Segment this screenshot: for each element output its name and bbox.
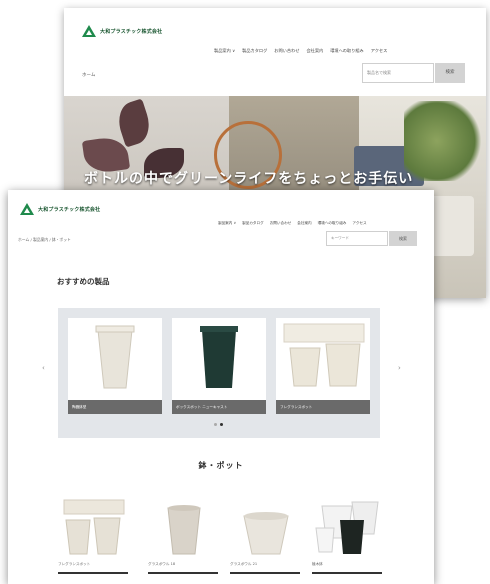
search-input[interactable]: 製品名で検索 <box>362 63 434 83</box>
nav-item-environment[interactable]: 環境への取り組み <box>318 221 347 226</box>
main-nav: 製品案内 ∨ 製品カタログ お問い合わせ 会社案内 環境への取り組み アクセス <box>214 48 387 54</box>
recommended-title: おすすめの製品 <box>57 277 110 286</box>
search-button[interactable]: 検索 <box>435 63 465 83</box>
foreground-page-screenshot: 大和プラスチック株式会社 製品案内 ∨ 製品カタログ お問い合わせ 会社案内 環… <box>8 190 434 584</box>
carousel-card[interactable]: フレグランスポット <box>276 318 370 414</box>
nav-item-catalog[interactable]: 製品カタログ <box>242 48 267 54</box>
breadcrumb[interactable]: ホーム / 製品案内 / 鉢・ポット <box>18 237 71 243</box>
product-item[interactable]: グラスボウル 18 <box>148 498 224 574</box>
company-logo[interactable]: 大和プラスチック株式会社 <box>20 203 100 215</box>
card-label: ボックスポット ニューキャスト <box>172 400 266 414</box>
company-name: 大和プラスチック株式会社 <box>100 28 163 35</box>
greenery <box>404 101 486 181</box>
search-input[interactable]: キーワード <box>326 231 388 246</box>
product-name: 植木鉢 <box>312 562 323 566</box>
nav-item-company[interactable]: 会社案内 <box>297 221 311 226</box>
carousel-card[interactable]: ボックスポット ニューキャスト <box>172 318 266 414</box>
company-logo[interactable]: 大和プラスチック株式会社 <box>82 25 162 37</box>
search-button[interactable]: 検索 <box>389 231 417 246</box>
product-item[interactable]: グラスボウル 21 <box>230 498 306 574</box>
product-name: フレグランスポット <box>58 562 91 566</box>
nav-item-products[interactable]: 製品案内 ∨ <box>218 221 236 226</box>
chevron-left-icon[interactable]: ‹ <box>42 364 45 372</box>
nav-item-environment[interactable]: 環境への取り組み <box>330 48 364 54</box>
pot-image <box>283 323 365 387</box>
chevron-right-icon[interactable]: › <box>398 364 401 372</box>
logo-triangle-icon <box>20 203 34 215</box>
product-item[interactable]: フレグランスポット <box>58 498 134 574</box>
company-name: 大和プラスチック株式会社 <box>38 206 101 213</box>
nav-item-access[interactable]: アクセス <box>371 48 388 54</box>
card-label: 陶器鉢型 <box>68 400 162 414</box>
product-name: グラスボウル 21 <box>230 562 258 566</box>
logo-triangle-icon <box>82 25 96 37</box>
product-item[interactable]: 植木鉢 <box>312 498 388 574</box>
product-name: グラスボウル 18 <box>148 562 176 566</box>
carousel-dots <box>214 423 223 426</box>
nav-item-products[interactable]: 製品案内 ∨ <box>214 48 235 54</box>
carousel-dot[interactable] <box>214 423 217 426</box>
pot-image <box>95 325 135 389</box>
carousel-card[interactable]: 陶器鉢型 <box>68 318 162 414</box>
pot-image <box>243 512 289 555</box>
nav-item-catalog[interactable]: 製品カタログ <box>242 221 264 226</box>
hero-caption: ボトルの中でグリーンライフをちょっとお手伝い <box>84 171 414 187</box>
card-label: フレグランスポット <box>276 400 370 414</box>
recommended-carousel: ‹ › 陶器鉢型 ボックスポット ニューキャスト フレグランスポット <box>42 308 401 438</box>
nav-item-contact[interactable]: お問い合わせ <box>274 48 299 54</box>
pot-image <box>315 501 379 554</box>
pot-image <box>63 499 125 555</box>
pot-image <box>167 505 201 555</box>
carousel-dot-active[interactable] <box>220 423 223 426</box>
nav-item-access[interactable]: アクセス <box>352 221 366 226</box>
nav-item-contact[interactable]: お問い合わせ <box>270 221 292 226</box>
pot-image <box>200 326 238 388</box>
main-nav: 製品案内 ∨ 製品カタログ お問い合わせ 会社案内 環境への取り組み アクセス <box>218 221 367 226</box>
nav-item-company[interactable]: 会社案内 <box>306 48 323 54</box>
category-title: 鉢・ポット <box>198 461 244 470</box>
breadcrumb[interactable]: ホーム <box>82 72 95 78</box>
